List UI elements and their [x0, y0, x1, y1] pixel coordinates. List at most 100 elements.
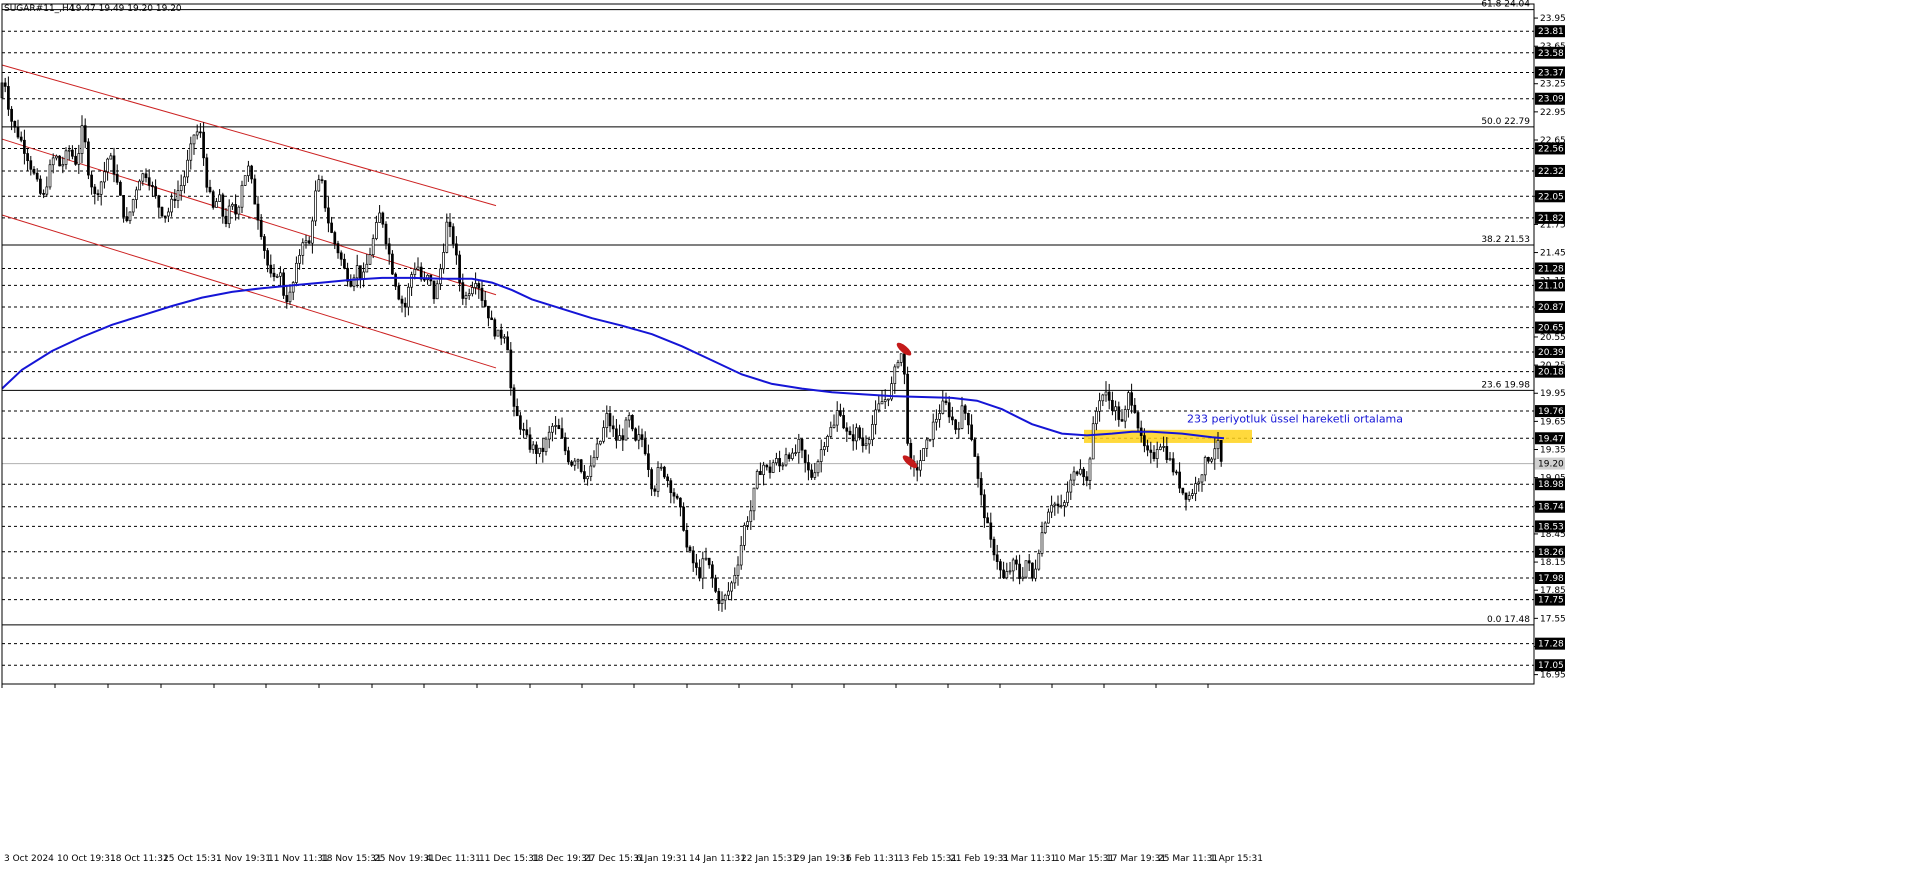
x-tick-label: 10 Oct 19:31 [57, 854, 116, 864]
candle-body [1037, 553, 1041, 570]
candle-body [298, 254, 301, 264]
y-tick-label: 19.95 [1540, 389, 1566, 399]
candle-body [995, 554, 999, 562]
candle-body [1059, 505, 1063, 507]
price-level-tag: 23.09 [1538, 95, 1564, 105]
price-level-tag: 22.05 [1538, 192, 1564, 202]
candle-body [451, 226, 455, 245]
candle-body [947, 402, 951, 418]
candle-body [525, 429, 529, 436]
candle-body [583, 471, 586, 480]
candle-body [951, 416, 954, 421]
labels: 233 periyotluk üssel hareketli ortalama [1187, 412, 1403, 425]
ohlc-label: 19.47 19.49 19.20 19.20 [70, 4, 182, 14]
candle-body [595, 443, 599, 458]
candle-body [602, 427, 605, 442]
candle-body [314, 190, 317, 222]
candle-body [519, 415, 522, 430]
candle-body [461, 282, 465, 299]
candle-body [851, 434, 855, 442]
candle-body [557, 425, 561, 430]
y-tick-label: 22.95 [1540, 108, 1566, 118]
candle-body [935, 418, 938, 423]
candle-body [541, 447, 545, 452]
candle-body [275, 275, 279, 278]
candle-body [445, 221, 449, 253]
candle-body [1101, 394, 1105, 402]
candle-body [1143, 435, 1146, 447]
candle-body [874, 409, 877, 425]
candle-body [733, 574, 737, 584]
candle-body [554, 425, 557, 427]
candle-body [410, 274, 413, 288]
candle-body [883, 399, 887, 402]
candle-body [880, 401, 884, 405]
candle-body [1066, 491, 1069, 503]
y-tick-label: 21.45 [1540, 249, 1566, 259]
price-level-tag: 20.18 [1538, 368, 1564, 378]
candle-body [144, 173, 148, 179]
candle-body [151, 185, 154, 187]
price-level-tag: 17.05 [1538, 661, 1564, 671]
candle-body [432, 280, 436, 300]
candle-body [323, 180, 327, 209]
candle-body [173, 198, 177, 201]
x-tick-label: 21 Feb 19:31 [950, 854, 1009, 864]
candle-body [807, 462, 810, 471]
candle-body [992, 538, 996, 556]
candle-body [797, 438, 801, 453]
candle-body [19, 136, 23, 141]
candle-body [336, 243, 340, 254]
candle-body [243, 175, 247, 186]
candle-body [800, 438, 804, 451]
candle-body [397, 285, 401, 300]
candle-body [1107, 391, 1111, 401]
candle-body [480, 287, 484, 301]
candle-body [279, 272, 282, 277]
candle-body [61, 164, 65, 167]
candle-body [1053, 503, 1057, 506]
candle-body [999, 561, 1002, 571]
candle-body [576, 459, 580, 462]
candle-body [567, 450, 570, 463]
candle-body [547, 431, 551, 440]
chart-canvas[interactable]: 61.8 24.04 50.0 22.79 38.2 21.53 23.6 19.98… [0, 0, 1916, 888]
candle-body [307, 240, 311, 244]
candle-body [707, 557, 711, 566]
candle-body [551, 425, 554, 433]
candle-body [1152, 452, 1156, 459]
candle-body [157, 195, 161, 208]
candle-body [192, 134, 196, 145]
candle-body [989, 522, 993, 540]
candle-body [288, 291, 292, 303]
candle-body [531, 444, 535, 450]
y-tick-label: 23.25 [1540, 80, 1566, 90]
candle-body [45, 186, 49, 195]
candle-body [611, 425, 615, 430]
candle-body [1175, 471, 1178, 474]
candle-body [983, 494, 986, 519]
candle-body [163, 215, 167, 218]
candle-body [195, 131, 199, 136]
candle-body [477, 283, 481, 289]
candle-body [301, 242, 305, 256]
candle-body [826, 436, 829, 447]
price-level-tag: 20.87 [1538, 303, 1564, 313]
candle-body [1191, 493, 1194, 496]
candle-body [1149, 449, 1153, 453]
candle-body [471, 287, 474, 295]
candle-body [125, 216, 129, 222]
candle-body [1159, 446, 1162, 450]
candle-body [586, 476, 589, 480]
x-tick-label: 4 Dec 11:31 [426, 854, 481, 864]
x-tick-label: 13 Feb 15:31 [898, 854, 957, 864]
y-tick-label: 18.15 [1540, 558, 1566, 568]
candle-body [592, 456, 596, 467]
candle-body [250, 165, 253, 180]
candle-body [746, 521, 749, 526]
y-tick-label: 23.95 [1540, 14, 1566, 24]
candle-body [618, 435, 621, 441]
candle-body [234, 204, 237, 215]
candle-body [1047, 511, 1050, 524]
candle-body [375, 222, 378, 239]
